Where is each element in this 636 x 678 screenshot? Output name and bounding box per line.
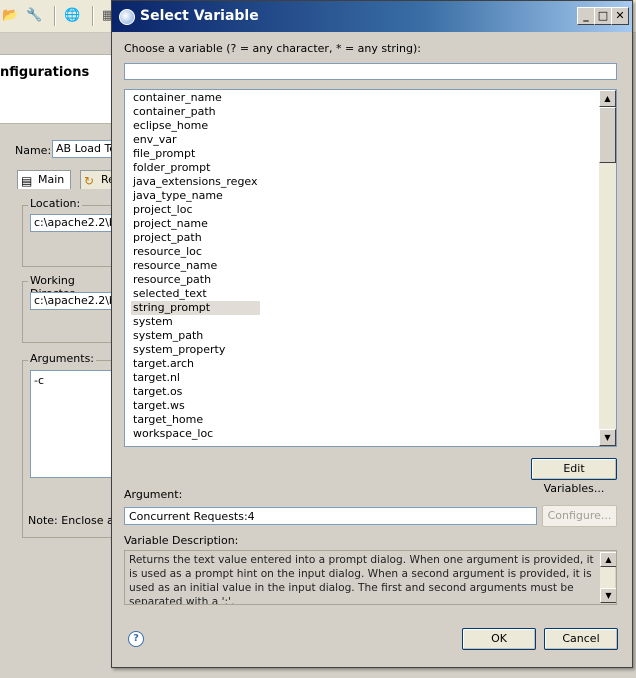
scroll-down-icon[interactable]: ▼ [599, 429, 616, 446]
argument-input[interactable] [124, 507, 537, 525]
variable-list-item[interactable]: folder_prompt [131, 161, 260, 175]
variable-list-item[interactable]: resource_name [131, 259, 260, 273]
toolbar-separator [92, 6, 94, 26]
cancel-button[interactable]: Cancel [544, 628, 618, 650]
minimize-button[interactable]: _ [577, 7, 595, 25]
scrollbar-thumb[interactable] [599, 107, 616, 163]
open-folder-icon[interactable]: 📂 [2, 8, 18, 24]
location-label: Location: [28, 197, 83, 210]
variable-list-item[interactable]: java_extensions_regex [131, 175, 260, 189]
variable-list-item[interactable]: file_prompt [131, 147, 260, 161]
variable-list-item[interactable]: system_path [131, 329, 260, 343]
select-variable-dialog: Select Variable _ □ ✕ Choose a variable … [111, 0, 633, 668]
variable-list-item[interactable]: target.nl [131, 371, 260, 385]
choose-variable-label: Choose a variable (? = any character, * … [124, 42, 421, 55]
wrench-icon[interactable]: 🔧 [26, 8, 42, 24]
dialog-title: Select Variable [140, 8, 259, 24]
note-text: Note: Enclose an [28, 514, 121, 527]
variable-list-item[interactable]: resource_path [131, 273, 260, 287]
variable-list-item[interactable]: resource_loc [131, 245, 260, 259]
variable-description-box: Returns the text value entered into a pr… [124, 550, 617, 605]
variable-list-item[interactable]: java_type_name [131, 189, 260, 203]
dialog-titlebar[interactable]: Select Variable _ □ ✕ [112, 1, 632, 32]
tab-main-label: Main [38, 173, 65, 186]
variable-list-item[interactable]: target.arch [131, 357, 260, 371]
variable-description-label: Variable Description: [124, 534, 239, 547]
background-header: nfigurations [0, 54, 112, 124]
variable-list-scrollbar[interactable]: ▲ ▼ [599, 90, 616, 446]
refresh-tab-icon: ↻ [84, 174, 95, 188]
variable-list-item[interactable]: project_loc [131, 203, 260, 217]
variable-list-item[interactable]: project_name [131, 217, 260, 231]
variable-list-item[interactable]: eclipse_home [131, 119, 260, 133]
help-icon[interactable]: ? [128, 631, 144, 647]
eclipse-icon [119, 9, 135, 25]
variable-list-item[interactable]: container_name [131, 91, 260, 105]
ok-button[interactable]: OK [462, 628, 536, 650]
name-label: Name: [15, 144, 52, 157]
variable-list-item[interactable]: target.ws [131, 399, 260, 413]
variable-list[interactable]: container_name container_path eclipse_home… [124, 89, 617, 447]
variable-list-item[interactable]: system [131, 315, 260, 329]
maximize-button[interactable]: □ [594, 7, 612, 25]
variable-list-item[interactable]: string_prompt [131, 301, 260, 315]
argument-label: Argument: [124, 488, 183, 501]
variable-list-item[interactable]: target_home [131, 413, 260, 427]
globe-icon[interactable]: 🌐 [64, 8, 80, 24]
variable-list-item[interactable]: workspace_loc [131, 427, 260, 441]
variable-filter-input[interactable] [124, 63, 617, 80]
description-scroll-down-icon[interactable]: ▼ [600, 588, 616, 603]
variable-description-text: Returns the text value entered into a pr… [129, 554, 594, 605]
arguments-label: Arguments: [28, 352, 97, 365]
arguments-textarea[interactable]: -c [30, 370, 120, 478]
background-panel: Name: AB Load Te ▤ Main ↻ Re Location: c… [0, 128, 127, 678]
scroll-up-icon[interactable]: ▲ [599, 90, 616, 107]
variable-list-item[interactable]: selected_text [131, 287, 260, 301]
variable-list-item[interactable]: target.os [131, 385, 260, 399]
close-button[interactable]: ✕ [611, 7, 629, 25]
edit-variables-button[interactable]: Edit Variables... [531, 458, 617, 495]
configure-button[interactable]: Configure... [542, 505, 617, 527]
variable-list-item[interactable]: container_path [131, 105, 260, 119]
background-title: nfigurations [0, 65, 90, 80]
variable-list-item[interactable]: project_path [131, 231, 260, 245]
variable-list-item[interactable]: system_property [131, 343, 260, 357]
main-tab-icon: ▤ [21, 174, 33, 188]
toolbar-separator [54, 6, 56, 26]
description-scroll-up-icon[interactable]: ▲ [600, 552, 616, 567]
description-scrollbar[interactable]: ▲ ▼ [600, 552, 616, 603]
variable-list-item[interactable]: env_var [131, 133, 260, 147]
tab-main[interactable]: ▤ Main [17, 170, 72, 189]
variable-items: container_name container_path eclipse_home… [131, 91, 260, 441]
